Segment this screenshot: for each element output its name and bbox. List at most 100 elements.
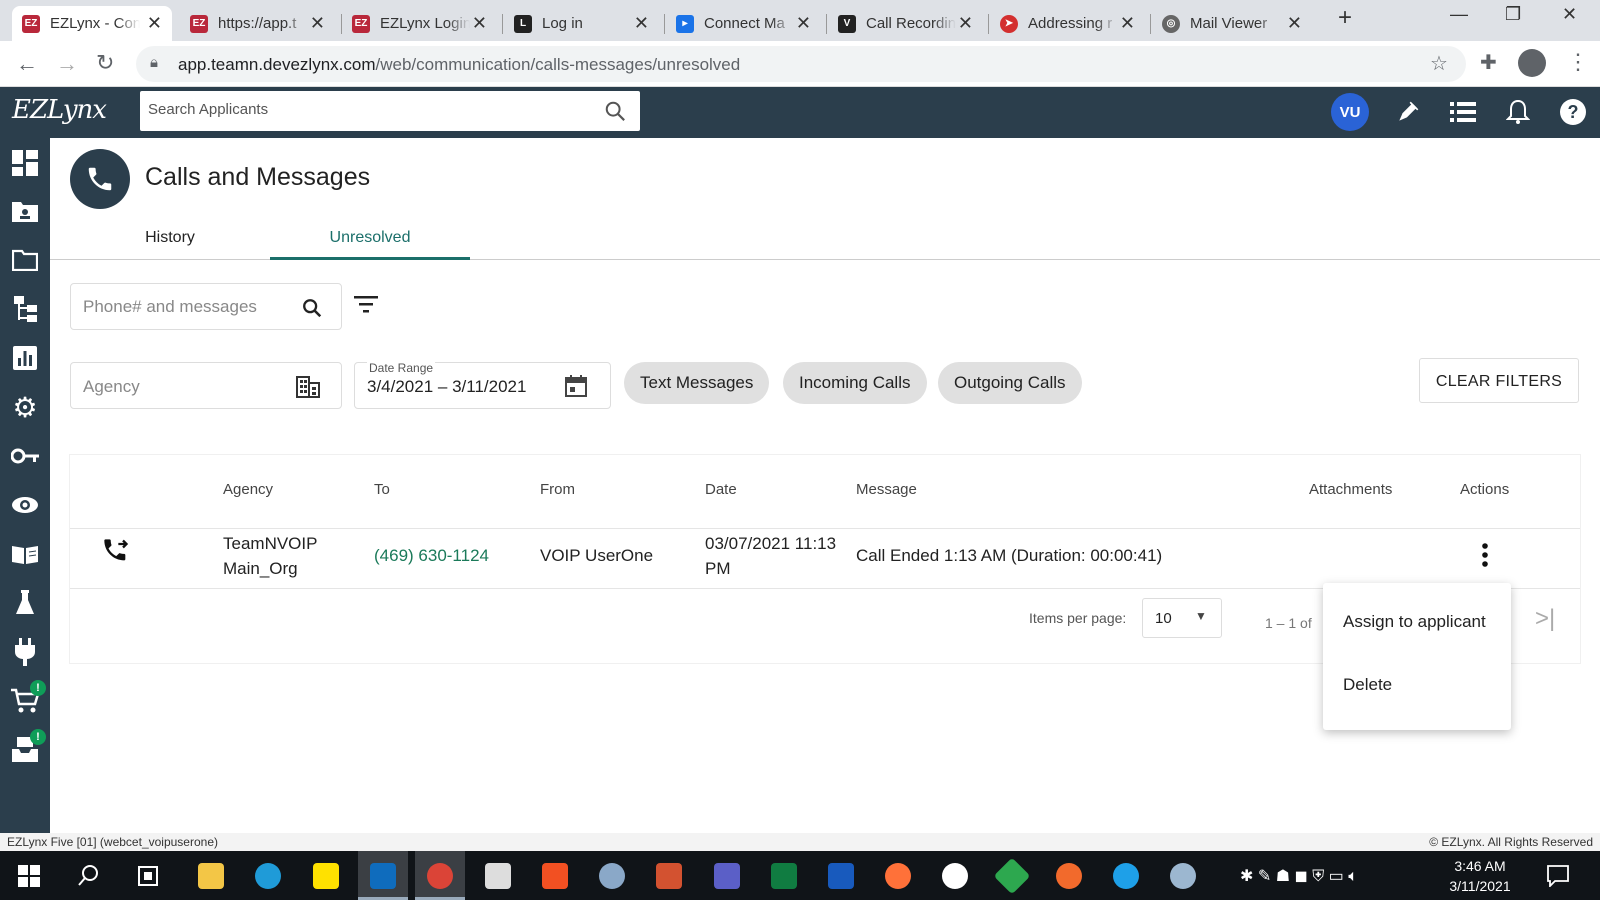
browser-tab[interactable]: ➤ Addressing r ✕ xyxy=(990,6,1145,41)
folder-icon[interactable] xyxy=(10,245,40,275)
slack-icon[interactable] xyxy=(942,863,968,889)
edge-icon[interactable] xyxy=(255,863,281,889)
money-app-icon[interactable] xyxy=(993,857,1031,895)
flask-icon[interactable] xyxy=(10,588,40,618)
date-range-field[interactable]: Date Range 3/4/2021 – 3/11/2021 xyxy=(354,361,611,409)
profile-icon[interactable] xyxy=(1518,49,1546,77)
browser-tab[interactable]: ▸ Connect Ma ✕ xyxy=(666,6,821,41)
pen-app-icon[interactable] xyxy=(1056,863,1082,889)
browser-tab[interactable]: ◎ Mail Viewer ✕ xyxy=(1152,6,1312,41)
plug-icon[interactable] xyxy=(10,637,40,667)
org-chart-icon[interactable] xyxy=(10,294,40,324)
ezlynx-logo[interactable]: EZLynx xyxy=(12,95,107,125)
browser-tab[interactable]: EZ EZLynx Login ✕ xyxy=(342,6,497,41)
omnibox[interactable]: 🔒︎ app.teamn.devezlynx.com/web/communica… xyxy=(136,46,1466,82)
close-icon[interactable]: ✕ xyxy=(1120,13,1135,34)
new-tab-button[interactable]: + xyxy=(1338,4,1352,32)
phone-message-search-input[interactable]: Phone# and messages xyxy=(83,297,257,317)
from-value: VOIP UserOne xyxy=(540,546,654,565)
chip-outgoing-calls[interactable]: Outgoing Calls xyxy=(938,362,1082,404)
date-range-value[interactable]: 3/4/2021 – 3/11/2021 xyxy=(367,377,526,397)
browser-menu-icon[interactable]: ⋮ xyxy=(1567,49,1589,75)
key-icon[interactable] xyxy=(10,441,40,471)
cart-icon[interactable]: ! xyxy=(10,680,46,716)
teams-icon[interactable] xyxy=(714,863,740,889)
close-icon[interactable]: ✕ xyxy=(634,13,649,34)
tab-unresolved[interactable]: Unresolved xyxy=(270,215,470,260)
close-icon[interactable]: ✕ xyxy=(310,13,325,34)
clear-filters-button[interactable]: CLEAR FILTERS xyxy=(1419,358,1579,403)
bell-icon[interactable] xyxy=(1503,97,1533,127)
menu-item-delete[interactable]: Delete xyxy=(1343,675,1392,695)
chip-incoming-calls[interactable]: Incoming Calls xyxy=(783,362,927,404)
taskbar-search-icon[interactable] xyxy=(78,864,100,886)
close-icon[interactable]: ✕ xyxy=(958,13,973,34)
close-icon[interactable]: ✕ xyxy=(147,13,162,34)
close-icon[interactable]: ✕ xyxy=(1287,13,1302,34)
reports-icon[interactable] xyxy=(10,343,40,373)
building-icon[interactable] xyxy=(296,376,320,398)
agency-input[interactable]: Agency xyxy=(83,377,140,397)
phone-message-search-field[interactable]: Phone# and messages xyxy=(70,283,342,330)
inbox-tray-icon[interactable]: ! xyxy=(10,729,46,765)
extensions-icon[interactable]: ✚ xyxy=(1480,50,1497,75)
calls-page-icon xyxy=(70,149,130,209)
powerpoint-icon[interactable] xyxy=(656,863,682,889)
internet-explorer-icon[interactable] xyxy=(1113,863,1139,889)
forward-icon[interactable]: → xyxy=(56,51,78,77)
help-icon[interactable]: ? xyxy=(1558,97,1588,127)
excel-icon[interactable] xyxy=(771,863,797,889)
outlook-icon[interactable] xyxy=(370,863,396,889)
store-icon[interactable] xyxy=(542,863,568,889)
avatar[interactable]: VU xyxy=(1331,93,1369,131)
book-icon[interactable] xyxy=(10,539,40,569)
to-phone-link[interactable]: (469) 630-1124 xyxy=(374,543,489,568)
reload-icon[interactable]: ↻ xyxy=(96,50,114,76)
column-header-attachments: Attachments xyxy=(1309,481,1393,498)
paint-icon[interactable] xyxy=(1170,863,1196,889)
calculator-icon[interactable] xyxy=(485,863,511,889)
more-actions-icon[interactable] xyxy=(1481,543,1489,567)
snip-tool-icon[interactable] xyxy=(599,863,625,889)
close-icon[interactable]: ✕ xyxy=(472,13,487,34)
column-header-actions: Actions xyxy=(1460,481,1510,498)
settings-gear-icon[interactable]: ⚙ xyxy=(10,392,40,423)
windows-start-icon[interactable] xyxy=(18,865,40,887)
chrome-icon[interactable] xyxy=(427,863,453,889)
applicant-search-input[interactable] xyxy=(148,101,578,118)
tray-icons[interactable]: ✱ ✎ ☗ ◼ ⛨ ▭ 🔈︎ xyxy=(1240,866,1358,886)
browser-tab[interactable]: L Log in ✕ xyxy=(504,6,659,41)
menu-item-assign-to-applicant[interactable]: Assign to applicant xyxy=(1343,612,1486,632)
contact-folder-icon[interactable] xyxy=(10,196,40,226)
search-icon[interactable] xyxy=(604,100,626,122)
restore-button[interactable]: ❐ xyxy=(1505,4,1521,25)
tab-history[interactable]: History xyxy=(70,215,270,260)
browser-tab-title: EZLynx Login xyxy=(380,15,470,32)
dashboard-icon[interactable] xyxy=(10,148,40,178)
quick-note-icon[interactable] xyxy=(1393,97,1423,127)
browser-tab[interactable]: EZ EZLynx - Con ✕ xyxy=(12,6,172,41)
firefox-icon[interactable] xyxy=(885,863,911,889)
eye-icon[interactable] xyxy=(10,490,40,520)
window-close-button[interactable]: ✕ xyxy=(1562,4,1577,25)
word-icon[interactable] xyxy=(828,863,854,889)
items-per-page-select[interactable]: 10 ▼ xyxy=(1142,598,1222,638)
close-icon[interactable]: ✕ xyxy=(796,13,811,34)
sticky-notes-icon[interactable] xyxy=(313,863,339,889)
browser-tab[interactable]: EZ https://app.t ✕ xyxy=(180,6,335,41)
chip-text-messages[interactable]: Text Messages xyxy=(624,362,770,404)
task-view-icon[interactable] xyxy=(137,865,159,887)
search-icon[interactable] xyxy=(301,297,323,319)
taskbar-clock[interactable]: 3:46 AM 3/11/2021 xyxy=(1440,856,1520,896)
last-page-icon[interactable]: >| xyxy=(1535,605,1555,633)
notifications-icon[interactable] xyxy=(1547,865,1569,887)
filter-icon[interactable] xyxy=(354,294,378,314)
bookmark-star-icon[interactable]: ☆ xyxy=(1430,51,1448,76)
browser-tab[interactable]: V Call Recordin ✕ xyxy=(828,6,983,41)
file-explorer-icon[interactable] xyxy=(198,863,224,889)
back-icon[interactable]: ← xyxy=(16,51,38,77)
list-icon[interactable] xyxy=(1448,97,1478,127)
calendar-icon[interactable] xyxy=(565,375,587,397)
minimize-button[interactable]: — xyxy=(1450,4,1468,25)
agency-field[interactable]: Agency xyxy=(70,362,342,409)
